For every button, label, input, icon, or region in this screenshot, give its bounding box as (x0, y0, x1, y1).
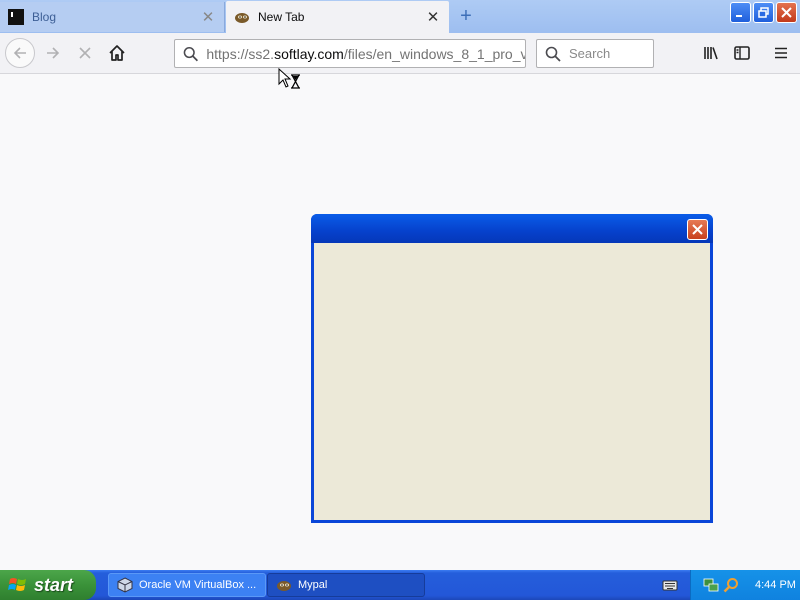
taskbar-item-mypal[interactable]: Mypal (267, 573, 425, 597)
mypal-favicon-icon (235, 13, 249, 23)
navigation-toolbar: https://ss2.softlay.com/files/en_windows… (0, 33, 800, 74)
search-tray-icon[interactable] (723, 577, 739, 593)
stop-button[interactable] (70, 38, 100, 68)
forward-arrow-icon (47, 47, 60, 59)
close-window-button[interactable] (776, 2, 797, 23)
search-icon (545, 46, 561, 62)
stop-x-icon (79, 47, 91, 59)
busy-cursor-icon (278, 68, 300, 89)
dialog-client-area (314, 243, 710, 520)
forward-button[interactable] (38, 38, 68, 68)
hamburger-menu-icon (775, 47, 787, 59)
tab-label: New Tab (258, 10, 305, 24)
url-domain: softlay.com (274, 45, 344, 62)
taskbar-item-label: Mypal (298, 579, 328, 591)
restore-icon (758, 7, 769, 18)
window-controls (730, 2, 797, 23)
tab-blog[interactable]: Blog ✕ (0, 2, 225, 32)
close-icon (692, 224, 703, 235)
system-clock[interactable]: 4:44 PM (755, 579, 796, 591)
url-bar[interactable]: https://ss2.softlay.com/files/en_windows… (174, 39, 526, 68)
start-label: start (34, 574, 74, 595)
menu-button[interactable] (766, 38, 796, 68)
tab-close-icon[interactable]: ✕ (425, 9, 441, 26)
dialog-close-button[interactable] (687, 219, 708, 240)
windows-flag-icon (8, 578, 26, 591)
back-arrow-icon (13, 47, 26, 59)
tab-new-tab[interactable]: New Tab ✕ (226, 1, 449, 33)
minimize-icon (736, 15, 742, 17)
new-tab-plus-icon[interactable]: + (455, 6, 477, 28)
minimize-button[interactable] (730, 2, 751, 23)
taskbar-item-label: Oracle VM VirtualBox ... (139, 579, 257, 591)
url-text: https://ss2.softlay.com/files/en_windows… (206, 46, 525, 62)
taskbar-item-virtualbox[interactable]: Oracle VM VirtualBox ... (108, 573, 266, 597)
tab-label: Blog (32, 10, 57, 24)
search-icon (183, 46, 199, 61)
home-button[interactable] (102, 38, 132, 68)
virtualbox-icon (117, 577, 133, 593)
network-icon[interactable] (703, 577, 719, 593)
sidebar-button[interactable] (727, 38, 757, 68)
dialog-titlebar[interactable] (311, 214, 713, 243)
tab-strip: Blog ✕ New Tab ✕ + (0, 0, 800, 33)
restore-button[interactable] (753, 2, 774, 23)
taskbar: start Oracle VM VirtualBox ... Mypal 4:4… (0, 570, 800, 600)
keyboard-layout-icon[interactable] (662, 577, 678, 593)
tab-close-icon[interactable]: ✕ (200, 9, 216, 26)
library-icon (704, 47, 718, 60)
dialog-window (311, 214, 713, 523)
back-button[interactable] (5, 38, 35, 68)
library-button[interactable] (696, 38, 726, 68)
blog-favicon-icon (8, 9, 24, 25)
close-icon (781, 7, 792, 18)
home-icon (109, 45, 125, 61)
system-tray: 4:44 PM (690, 570, 800, 600)
search-input[interactable] (567, 45, 649, 62)
search-bar[interactable] (536, 39, 654, 68)
url-prefix: https://ss2. (206, 45, 275, 62)
start-button[interactable]: start (0, 570, 96, 600)
mypal-icon (277, 581, 291, 591)
sidebar-icon (734, 46, 750, 60)
url-path: /files/en_windows_8_1_pro_vl_ (343, 45, 525, 62)
